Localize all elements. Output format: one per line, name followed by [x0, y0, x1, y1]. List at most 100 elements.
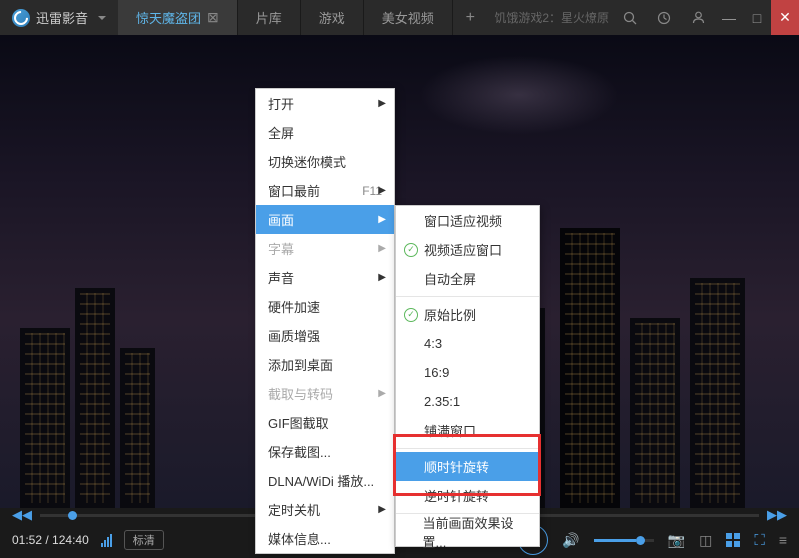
- menu-separator: [396, 448, 539, 449]
- menu-save-capture[interactable]: 保存截图...: [256, 437, 394, 466]
- menu-label: 全屏: [268, 123, 294, 142]
- menu-label: 窗口适应视频: [424, 211, 502, 230]
- submenu-auto-full[interactable]: 自动全屏: [396, 264, 539, 293]
- user-icon[interactable]: [685, 5, 711, 31]
- submenu-original-ratio[interactable]: 原始比例: [396, 300, 539, 329]
- check-icon: [404, 243, 418, 257]
- menu-label: 铺满窗口: [424, 421, 476, 440]
- titlebar: 迅雷影音 惊天魔盗团 ⊠ 片库 游戏 美女视频 + 饥饿游戏2：星火燎原 — □…: [0, 0, 799, 35]
- menu-label: 逆时针旋转: [424, 486, 489, 505]
- chevron-right-icon: ▶: [378, 243, 386, 254]
- tab-beauty[interactable]: 美女视频: [364, 0, 453, 35]
- menu-label: GIF图截取: [268, 413, 329, 432]
- submenu-fit-video[interactable]: 视频适应窗口: [396, 235, 539, 264]
- menu-label: 切换迷你模式: [268, 152, 346, 171]
- signal-icon[interactable]: [101, 534, 112, 547]
- menu-picture[interactable]: 画面 ▶: [256, 205, 394, 234]
- submenu-ratio-43[interactable]: 4:3: [396, 329, 539, 358]
- search-icon[interactable]: [617, 5, 643, 31]
- caret-down-icon: [98, 16, 106, 20]
- submenu-rotate-ccw[interactable]: 逆时针旋转: [396, 481, 539, 510]
- tab-library[interactable]: 片库: [238, 0, 301, 35]
- tab-movie[interactable]: 惊天魔盗团 ⊠: [118, 0, 238, 35]
- menu-subtitle[interactable]: 字幕▶: [256, 234, 394, 263]
- tab-label: 惊天魔盗团: [136, 8, 201, 27]
- context-menu: 打开▶ 全屏 切换迷你模式 窗口最前F11▶ 画面▶ 字幕▶ 声音▶ 硬件加速 …: [255, 88, 395, 554]
- submenu-fit-window[interactable]: 窗口适应视频: [396, 206, 539, 235]
- menu-label: DLNA/WiDi 播放...: [268, 471, 374, 490]
- app-menu[interactable]: 迅雷影音: [0, 0, 118, 35]
- menu-media-info[interactable]: 媒体信息...: [256, 524, 394, 553]
- menu-label: 媒体信息...: [268, 529, 331, 548]
- menu-mini-mode[interactable]: 切换迷你模式: [256, 147, 394, 176]
- fullscreen-icon[interactable]: ⛶: [754, 532, 765, 549]
- menu-gif-capture[interactable]: GIF图截取: [256, 408, 394, 437]
- chevron-right-icon: ▶: [378, 214, 386, 225]
- menu-hw-accel[interactable]: 硬件加速: [256, 292, 394, 321]
- menu-sound[interactable]: 声音 ▶: [256, 263, 394, 292]
- submenu-ratio-235[interactable]: 2.35:1: [396, 387, 539, 416]
- playlist-icon[interactable]: ≡: [779, 532, 787, 548]
- add-tab-button[interactable]: +: [453, 9, 488, 27]
- progress-thumb[interactable]: [68, 511, 77, 520]
- menu-label: 窗口最前: [268, 181, 320, 200]
- screenshot-icon[interactable]: 📷: [668, 532, 685, 549]
- app-logo-icon: [12, 9, 30, 27]
- submenu-ratio-169[interactable]: 16:9: [396, 358, 539, 387]
- menu-label: 定时关机: [268, 500, 320, 519]
- minimize-button[interactable]: —: [715, 0, 743, 35]
- menu-label: 当前画面效果设置...: [423, 513, 527, 551]
- close-button[interactable]: ✕: [771, 0, 799, 35]
- menu-label: 打开: [268, 94, 294, 113]
- menu-label: 画质增强: [268, 326, 320, 345]
- picture-submenu: 窗口适应视频 视频适应窗口 自动全屏 原始比例 4:3 16:9 2.35:1 …: [395, 205, 540, 547]
- submenu-effects[interactable]: 当前画面效果设置...: [396, 517, 539, 546]
- chevron-right-icon: ▶: [378, 185, 386, 196]
- check-icon: [404, 308, 418, 322]
- menu-enhance[interactable]: 画质增强: [256, 321, 394, 350]
- history-icon[interactable]: [651, 5, 677, 31]
- pip-icon[interactable]: ◫: [699, 532, 712, 549]
- menu-always-top[interactable]: 窗口最前F11▶: [256, 176, 394, 205]
- menu-label: 原始比例: [424, 305, 476, 324]
- chevron-right-icon: ▶: [378, 272, 386, 283]
- volume-slider[interactable]: [594, 539, 654, 542]
- menu-add-desktop[interactable]: 添加到桌面: [256, 350, 394, 379]
- menu-label: 2.35:1: [424, 394, 460, 409]
- chevron-right-icon: ▶: [378, 388, 386, 399]
- menu-label: 自动全屏: [424, 269, 476, 288]
- chevron-right-icon: ▶: [378, 504, 386, 515]
- volume-thumb[interactable]: [636, 536, 645, 545]
- menu-label: 添加到桌面: [268, 355, 333, 374]
- app-name: 迅雷影音: [36, 8, 88, 27]
- menu-fullscreen[interactable]: 全屏: [256, 118, 394, 147]
- menu-separator: [396, 296, 539, 297]
- maximize-button[interactable]: □: [743, 0, 771, 35]
- menu-capture-encode[interactable]: 截取与转码▶: [256, 379, 394, 408]
- menu-label: 顺时针旋转: [424, 457, 489, 476]
- prev-button[interactable]: ◀◀: [12, 507, 32, 523]
- tab-label: 美女视频: [382, 8, 434, 27]
- tab-label: 游戏: [319, 8, 345, 27]
- submenu-fill[interactable]: 铺满窗口: [396, 416, 539, 445]
- menu-timer-off[interactable]: 定时关机 ▶: [256, 495, 394, 524]
- menu-label: 4:3: [424, 336, 442, 351]
- menu-label: 视频适应窗口: [424, 240, 502, 259]
- tab-label: 片库: [256, 8, 282, 27]
- menu-open[interactable]: 打开 ▶: [256, 89, 394, 118]
- next-button[interactable]: ▶▶: [767, 507, 787, 523]
- search-placeholder[interactable]: 饥饿游戏2：星火燎原: [494, 9, 609, 26]
- volume-icon[interactable]: 🔊: [562, 532, 579, 549]
- close-icon[interactable]: ⊠: [207, 9, 219, 26]
- menu-label: 硬件加速: [268, 297, 320, 316]
- menu-label: 声音: [268, 268, 294, 287]
- submenu-rotate-cw[interactable]: 顺时针旋转: [396, 452, 539, 481]
- menu-dlna[interactable]: DLNA/WiDi 播放...: [256, 466, 394, 495]
- quality-button[interactable]: 标清: [124, 530, 164, 550]
- window-controls: — □ ✕: [715, 0, 799, 35]
- chevron-right-icon: ▶: [378, 98, 386, 109]
- menu-label: 画面: [268, 210, 294, 229]
- menu-label: 16:9: [424, 365, 449, 380]
- grid-icon[interactable]: [726, 533, 740, 547]
- tab-games[interactable]: 游戏: [301, 0, 364, 35]
